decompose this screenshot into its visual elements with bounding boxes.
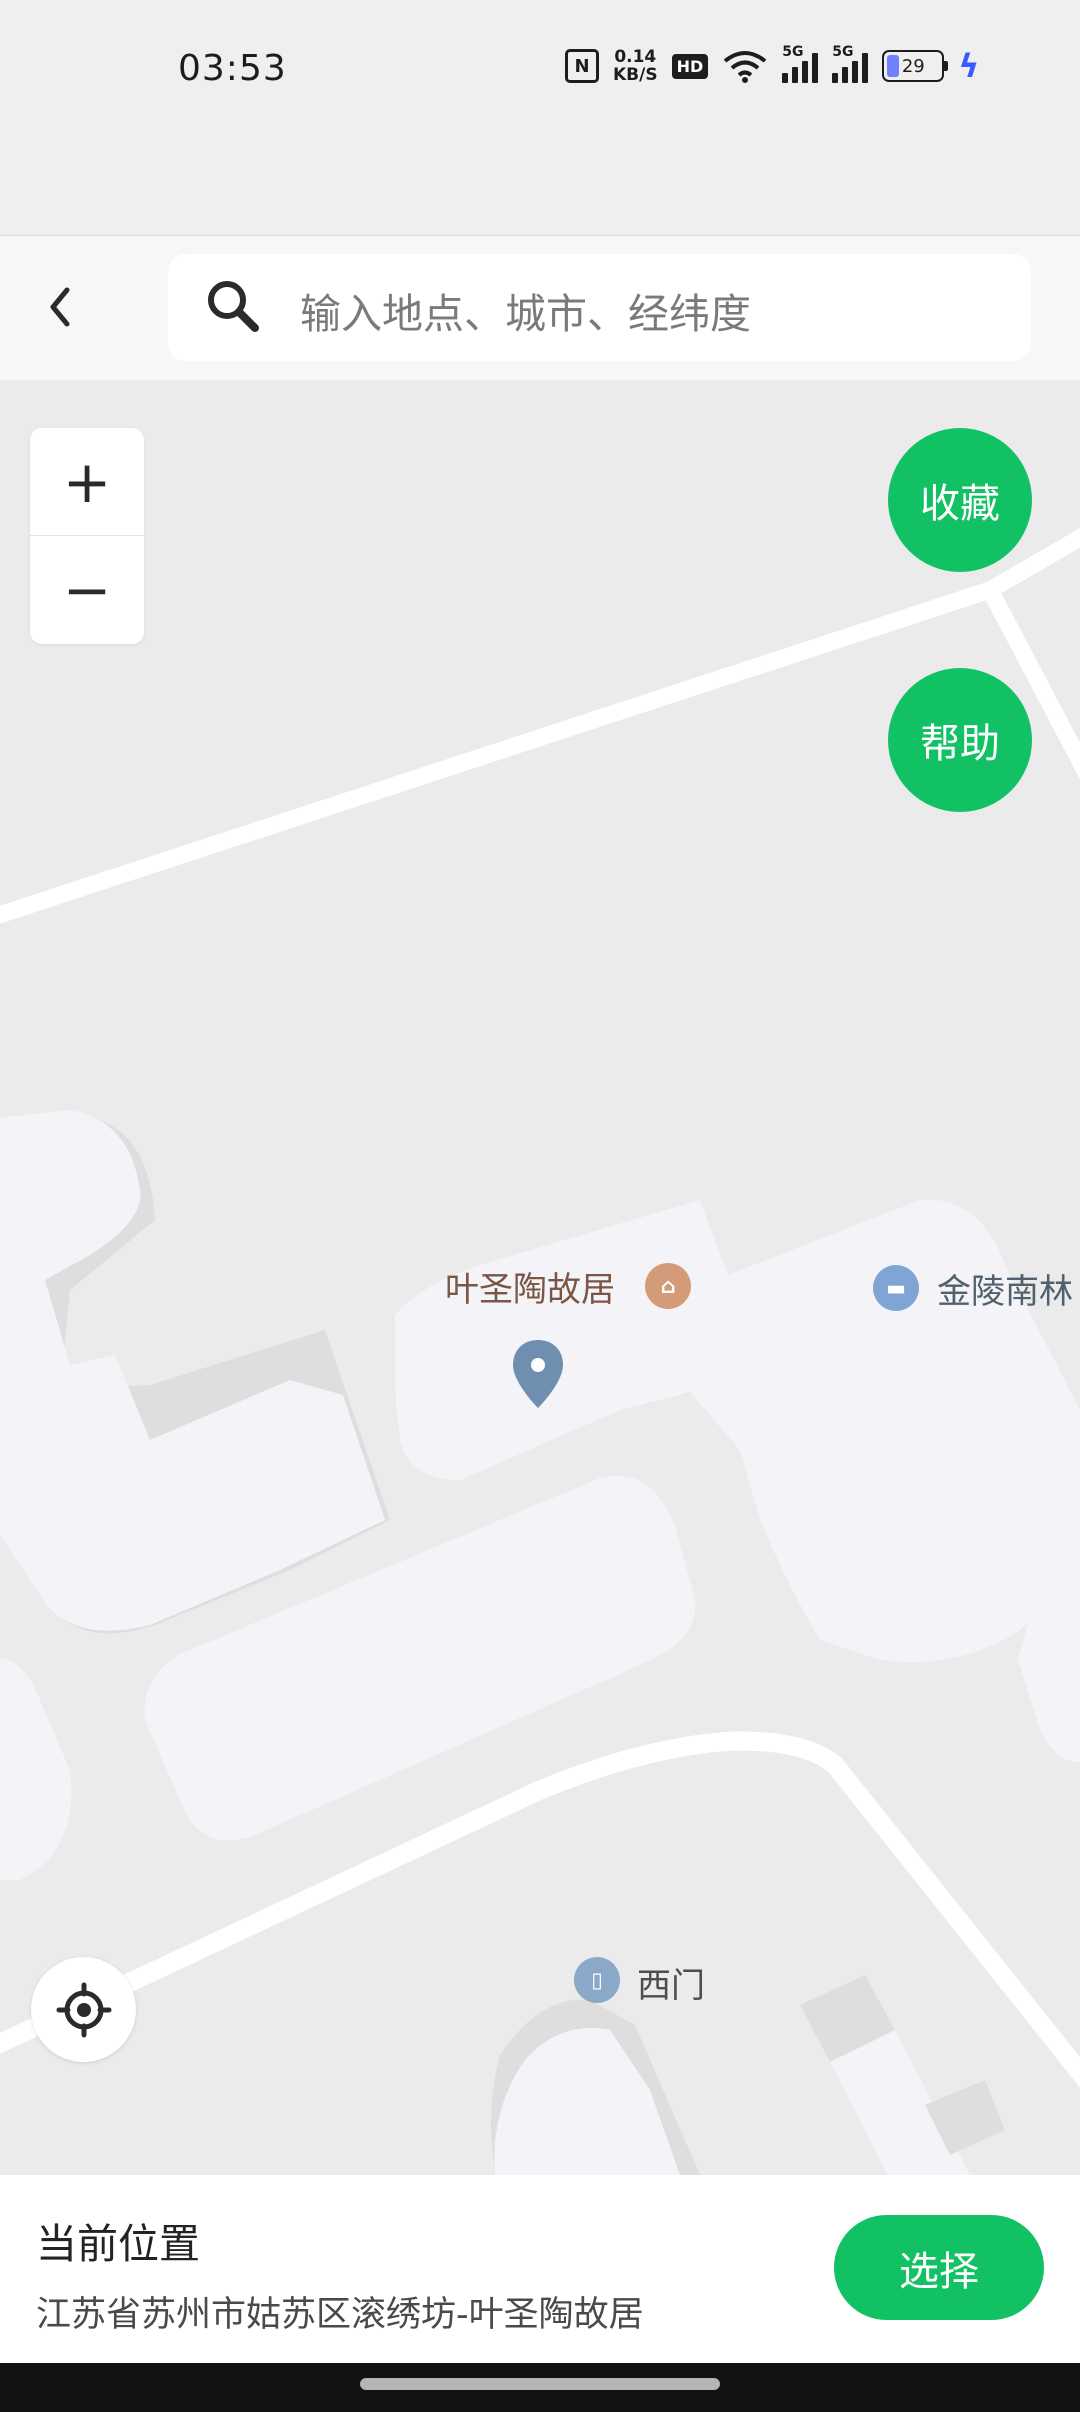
select-button[interactable]: 选择	[834, 2215, 1044, 2320]
signal-type: 5G	[782, 44, 804, 60]
poi-label-residence[interactable]: 叶圣陶故居	[445, 1262, 615, 1311]
status-bar	[0, 0, 1080, 235]
favorite-button[interactable]: 收藏	[888, 428, 1032, 572]
home-indicator[interactable]	[360, 2378, 720, 2390]
network-speed-value: 0.14	[614, 47, 657, 67]
search-input[interactable]: 输入地点、城市、经纬度	[300, 280, 751, 340]
locate-button[interactable]	[31, 1957, 136, 2062]
map-view[interactable]: 叶圣陶故居 ⌂ ▬ 金陵南林 ▯ 西门	[0, 380, 1080, 2175]
current-location-title: 当前位置	[36, 2220, 200, 2268]
signal-icon: 5G	[782, 44, 819, 83]
help-button[interactable]: 帮助	[888, 668, 1032, 812]
residence-icon[interactable]: ⌂	[645, 1263, 691, 1309]
signal-icon: 5G	[832, 44, 869, 83]
zoom-out-button[interactable]: −	[30, 536, 144, 644]
crosshair-icon	[56, 1982, 111, 2037]
hotel-icon[interactable]: ▬	[873, 1265, 919, 1311]
search-icon	[208, 281, 259, 332]
status-icons: N 0.14 KB/S HD 5G 5G 29 ϟ	[565, 44, 980, 86]
network-speed: 0.14 KB/S	[613, 48, 658, 84]
current-location-address: 江苏省苏州市姑苏区滚绣坊-叶圣陶故居	[36, 2295, 644, 2335]
hd-icon: HD	[671, 53, 709, 79]
network-speed-unit: KB/S	[613, 65, 658, 85]
battery-level: 29	[901, 55, 925, 77]
charging-bolt-icon: ϟ	[958, 47, 980, 85]
poi-label-hotel[interactable]: 金陵南林	[937, 1264, 1073, 1313]
zoom-control: + −	[30, 428, 144, 644]
signal-type: 5G	[832, 44, 854, 60]
status-time: 03:53	[178, 48, 287, 89]
wifi-icon	[724, 51, 767, 83]
nfc-icon: N	[565, 49, 599, 83]
battery-icon: 29	[882, 50, 949, 82]
zoom-in-button[interactable]: +	[30, 428, 144, 536]
location-marker-icon	[513, 1340, 563, 1408]
gate-icon[interactable]: ▯	[574, 1957, 620, 2003]
back-icon[interactable]	[45, 280, 75, 335]
poi-label-gate[interactable]: 西门	[637, 1958, 705, 2007]
